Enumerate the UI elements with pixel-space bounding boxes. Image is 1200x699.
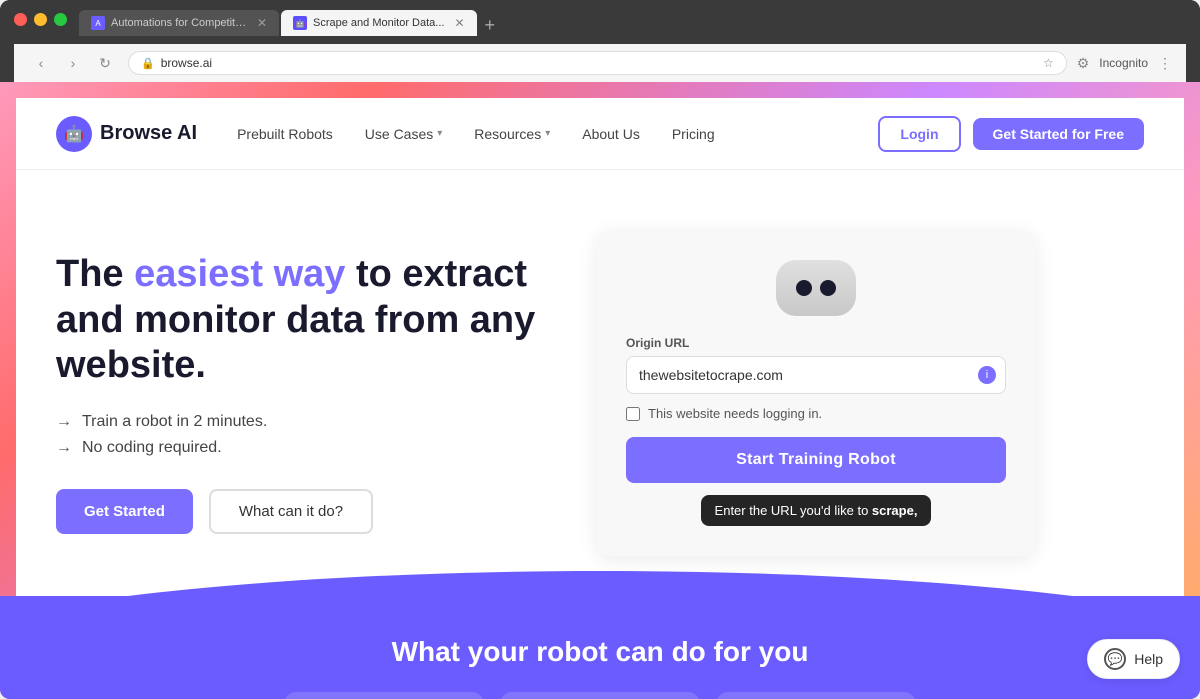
browser-tab[interactable]: A Automations for Competitive... ✕ — [79, 10, 279, 36]
menu-icon[interactable]: ⋮ — [1158, 55, 1172, 72]
window-controls — [14, 13, 67, 34]
hero-heading: The easiest way to extract and monitor d… — [56, 252, 536, 389]
tooltip: Enter the URL you'd like to scrape, — [701, 495, 932, 526]
tooltip-wrapper: Enter the URL you'd like to scrape, — [626, 495, 1006, 526]
login-checkbox-row: This website needs logging in. — [626, 406, 1006, 421]
bottom-card-3 — [716, 692, 916, 699]
bottom-section: What your robot can do for you — [0, 596, 1200, 699]
logo[interactable]: 🤖 Browse AI — [56, 116, 197, 152]
tab-close-icon[interactable]: ✕ — [257, 16, 267, 30]
tab-close-active-icon[interactable]: ✕ — [454, 16, 464, 30]
nav-actions: Login Get Started for Free — [878, 116, 1144, 152]
bottom-card-1 — [284, 692, 484, 699]
what-can-it-do-button[interactable]: What can it do? — [209, 489, 373, 534]
nav-pricing[interactable]: Pricing — [672, 126, 715, 142]
nav-about-us[interactable]: About Us — [582, 126, 640, 142]
robot-face — [776, 260, 856, 316]
get-started-hero-button[interactable]: Get Started — [56, 489, 193, 534]
tab-title: Automations for Competitive... — [111, 17, 247, 29]
url-input[interactable] — [626, 356, 1006, 394]
browser-action-icons: ⚙ Incognito ⋮ — [1077, 55, 1172, 72]
url-input-wrapper: i — [626, 356, 1006, 394]
tab-favicon-active: 🤖 — [293, 16, 307, 30]
arrow-icon: → — [56, 413, 72, 431]
hero-left: The easiest way to extract and monitor d… — [56, 252, 536, 534]
tab-favicon: A — [91, 16, 105, 30]
tab-title-active: Scrape and Monitor Data... — [313, 17, 444, 29]
page-inner: 🤖 Browse AI Prebuilt Robots Use Cases ▾ — [16, 98, 1184, 596]
login-button[interactable]: Login — [878, 116, 960, 152]
hero-bullets: → Train a robot in 2 minutes. → No codin… — [56, 413, 536, 457]
new-tab-button[interactable]: + — [479, 15, 502, 36]
browser-titlebar: A Automations for Competitive... ✕ 🤖 Scr… — [0, 0, 1200, 82]
login-checkbox-label: This website needs logging in. — [648, 406, 822, 421]
nav-links: Prebuilt Robots Use Cases ▾ Resources ▾ … — [237, 126, 878, 142]
address-bar[interactable]: 🔒 browse.ai ☆ — [128, 51, 1067, 75]
robot-avatar — [626, 260, 1006, 316]
train-robot-button[interactable]: Start Training Robot — [626, 437, 1006, 483]
nav-resources[interactable]: Resources ▾ — [474, 126, 550, 142]
hero-section: The easiest way to extract and monitor d… — [16, 170, 1184, 596]
form-label: Origin URL — [626, 336, 1006, 350]
get-started-button[interactable]: Get Started for Free — [973, 118, 1144, 150]
logo-text: Browse AI — [100, 122, 197, 145]
login-checkbox[interactable] — [626, 407, 640, 421]
incognito-label: Incognito — [1099, 55, 1148, 72]
address-bar-row: ‹ › ↻ 🔒 browse.ai ☆ ⚙ Incognito ⋮ — [14, 44, 1186, 82]
browser-content: 🤖 Browse AI Prebuilt Robots Use Cases ▾ — [0, 82, 1200, 699]
back-button[interactable]: ‹ — [28, 50, 54, 76]
main-nav: 🤖 Browse AI Prebuilt Robots Use Cases ▾ — [16, 98, 1184, 170]
hero-right: Origin URL i This website needs logging … — [596, 230, 1036, 556]
browser-frame: A Automations for Competitive... ✕ 🤖 Scr… — [0, 0, 1200, 699]
forward-button[interactable]: › — [60, 50, 86, 76]
robot-eye-right — [820, 280, 836, 296]
bullet-2: → No coding required. — [56, 439, 536, 457]
address-icons: ☆ — [1043, 56, 1054, 70]
logo-icon: 🤖 — [56, 116, 92, 152]
arrow-icon: → — [56, 439, 72, 457]
bottom-cards-row — [40, 692, 1160, 699]
chevron-down-icon: ▾ — [545, 128, 550, 139]
hero-buttons: Get Started What can it do? — [56, 489, 536, 534]
robot-eye-left — [796, 280, 812, 296]
bookmark-icon[interactable]: ☆ — [1043, 56, 1054, 70]
page-wrapper: 🤖 Browse AI Prebuilt Robots Use Cases ▾ — [0, 82, 1200, 699]
browser-tabs: A Automations for Competitive... ✕ 🤖 Scr… — [79, 10, 501, 36]
extensions-icon[interactable]: ⚙ — [1077, 55, 1090, 72]
info-icon[interactable]: i — [978, 366, 996, 384]
help-label: Help — [1134, 651, 1163, 667]
bottom-card-2 — [500, 692, 700, 699]
bottom-section-title: What your robot can do for you — [40, 636, 1160, 668]
help-button[interactable]: 💬 Help — [1087, 639, 1180, 679]
reload-button[interactable]: ↻ — [92, 50, 118, 76]
close-button[interactable] — [14, 13, 27, 26]
nav-use-cases[interactable]: Use Cases ▾ — [365, 126, 443, 142]
chevron-down-icon: ▾ — [437, 128, 442, 139]
bullet-1: → Train a robot in 2 minutes. — [56, 413, 536, 431]
maximize-button[interactable] — [54, 13, 67, 26]
nav-buttons: ‹ › ↻ — [28, 50, 118, 76]
browser-tab-active[interactable]: 🤖 Scrape and Monitor Data... ✕ — [281, 10, 477, 36]
minimize-button[interactable] — [34, 13, 47, 26]
help-icon: 💬 — [1104, 648, 1126, 670]
address-text: browse.ai — [161, 56, 1037, 70]
lock-icon: 🔒 — [141, 57, 155, 70]
nav-prebuilt-robots[interactable]: Prebuilt Robots — [237, 126, 333, 142]
demo-card: Origin URL i This website needs logging … — [596, 230, 1036, 556]
wave-top — [0, 556, 1200, 616]
